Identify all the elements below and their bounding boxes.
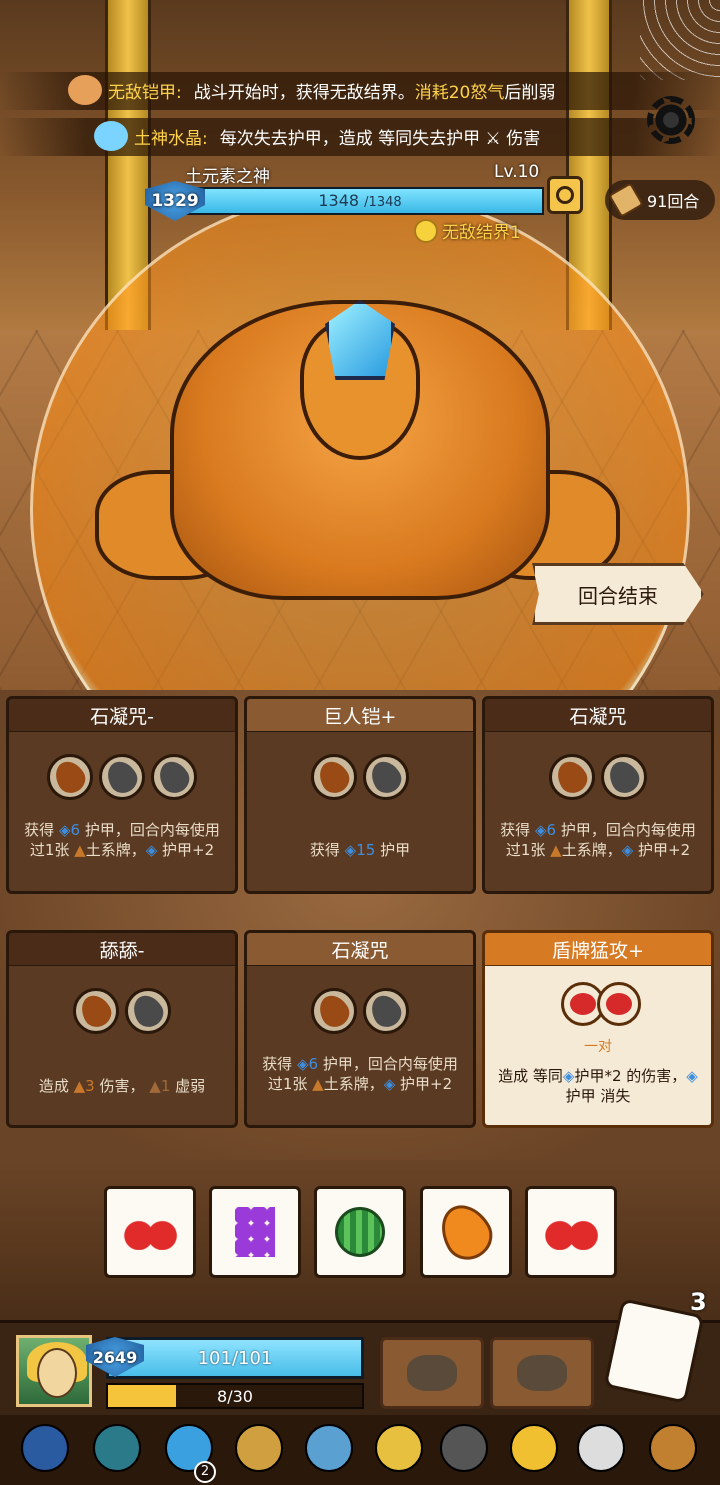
claw-icon (517, 1355, 567, 1391)
die-mango[interactable] (420, 1186, 512, 1278)
scroll-icon (608, 182, 644, 218)
card-description: 获得 ◈15 护甲 (309, 841, 411, 859)
dice-slot[interactable] (73, 988, 119, 1034)
card-shi-ning-zhou-2[interactable]: 石凝咒 获得 ◈6 护甲，回合内每使用过1张 ▲土系牌，◈ 护甲+2 (244, 930, 476, 1128)
dice-slot[interactable] (99, 754, 145, 800)
search-icon (556, 186, 574, 204)
dice-slot[interactable] (363, 754, 409, 800)
enemy-hp-text: 1348 /1348 (318, 191, 402, 210)
dice-slot[interactable] (125, 988, 171, 1034)
skill-claw-button[interactable] (490, 1337, 594, 1409)
cherry-icon (122, 1214, 178, 1250)
buff-row-1[interactable]: 无敌铠甲: 战斗开始时，获得无敌结界。消耗20怒气后削弱 (0, 68, 720, 112)
player-energy-bar: 8/30 (106, 1383, 364, 1409)
card-title: 舔舔- (6, 930, 238, 968)
enemy-hp-bar: 1348 /1348 (176, 187, 544, 215)
pair-label: 一对 (584, 1039, 612, 1055)
claw-relic-icon[interactable] (572, 1419, 630, 1477)
dice-slot[interactable] (151, 754, 197, 800)
dice-slots (485, 754, 711, 800)
card-tian-tian-minus[interactable]: 舔舔- 造成 ▲3 伤害， ▲1 虚弱 (6, 930, 238, 1128)
watermelon-icon (335, 1207, 385, 1257)
spiked-fist-icon (407, 1355, 457, 1391)
enemy-name: 土元素之神 (185, 167, 270, 187)
turn-counter: 91回合 (605, 180, 715, 220)
card-description: 造成 等同◈护甲*2 的伤害，◈护甲 消失 (498, 1067, 698, 1105)
pumpkin-shield-relic-icon[interactable] (300, 1419, 358, 1477)
dice-slot[interactable] (311, 988, 357, 1034)
card-ju-ren-kai-plus[interactable]: 巨人铠+ 获得 ◈15 护甲 (244, 696, 476, 894)
die-grape[interactable] (209, 1186, 301, 1278)
crown-relic-icon[interactable] (505, 1419, 563, 1477)
crystal-icon (94, 121, 128, 151)
die-cherry[interactable] (104, 1186, 196, 1278)
enemy-level: Lv.10 (494, 162, 540, 182)
buff-name: 无敌铠甲: (108, 82, 182, 103)
end-turn-button[interactable]: 回合结束 (532, 563, 704, 625)
dice-slot[interactable] (601, 754, 647, 800)
card-title: 石凝咒- (6, 696, 238, 734)
dice-slot[interactable] (311, 754, 357, 800)
relic-badge: 2 (194, 1461, 216, 1483)
dice-remaining: 3 (690, 1288, 707, 1316)
card-description: 获得 ◈6 护甲，回合内每使用过1张 ▲土系牌，◈ 护甲+2 (500, 821, 696, 859)
dice-slots (247, 988, 473, 1034)
cherry-icon (597, 982, 641, 1026)
squid-relic-icon[interactable] (16, 1419, 74, 1477)
card-title: 巨人铠+ (244, 696, 476, 734)
card-description: 获得 ◈6 护甲，回合内每使用过1张 ▲土系牌，◈ 护甲+2 (262, 1055, 458, 1093)
avatar[interactable] (16, 1335, 92, 1407)
barrier-status-icon (414, 218, 438, 243)
dice-slot[interactable] (363, 988, 409, 1034)
die-watermelon[interactable] (314, 1186, 406, 1278)
gear-icon[interactable] (647, 96, 695, 144)
mango-icon (431, 1195, 501, 1269)
fist-icon (68, 75, 102, 105)
dice-slot[interactable] (47, 754, 93, 800)
compass-relic-icon[interactable] (230, 1419, 288, 1477)
player-hp-text: 101/101 (197, 1348, 273, 1369)
player-hp-bar: 101/101 (106, 1337, 364, 1379)
sword-icon: ⚔ (485, 128, 501, 149)
card-description: 造成 ▲3 伤害， ▲1 虚弱 (38, 1077, 206, 1095)
golden-helmet-relic-icon[interactable] (370, 1419, 428, 1477)
beetle-relic-icon[interactable] (88, 1419, 146, 1477)
card-title: 石凝咒 (482, 696, 714, 734)
buff-row-2[interactable]: 土神水晶: 每次失去护甲，造成 等同失去护甲 ⚔ 伤害 (0, 114, 720, 158)
dice-slots (9, 754, 235, 800)
buff-name: 土神水晶: (134, 128, 208, 149)
pair-dice-slot[interactable] (561, 982, 641, 1030)
energy-text: 8/30 (217, 1387, 253, 1406)
iron-ring-relic-icon[interactable] (435, 1419, 493, 1477)
card-dun-pai-meng-gong-plus[interactable]: 盾牌猛攻+ 一对 造成 等同◈护甲*2 的伤害，◈护甲 消失 (482, 930, 714, 1128)
buff-text: 战斗开始时，获得无敌结界。消耗20怒气后削弱 (193, 82, 556, 103)
inspect-button[interactable] (547, 176, 583, 214)
status-badge[interactable]: 无敌结界1 (414, 218, 521, 243)
card-shi-ning-zhou-minus[interactable]: 石凝咒- 获得 ◈6 护甲，回合内每使用过1张 ▲土系牌，◈ 护甲+2 (6, 696, 238, 894)
dice-slots (9, 988, 235, 1034)
buff-text: 每次失去护甲，造成 等同失去护甲 ⚔ 伤害 (219, 128, 541, 149)
cherry-icon (543, 1214, 599, 1250)
die-cherry-2[interactable] (525, 1186, 617, 1278)
card-title: 石凝咒 (244, 930, 476, 968)
card-description: 获得 ◈6 护甲，回合内每使用过1张 ▲土系牌，◈ 护甲+2 (24, 821, 220, 859)
gauntlet-relic-icon[interactable] (644, 1419, 702, 1477)
grape-icon (235, 1207, 275, 1257)
skill-fist-button[interactable] (380, 1337, 484, 1409)
relic-bar (0, 1415, 720, 1485)
card-title: 盾牌猛攻+ (482, 930, 714, 968)
dice-slot[interactable] (549, 754, 595, 800)
dice-slots (247, 754, 473, 800)
card-shi-ning-zhou[interactable]: 石凝咒 获得 ◈6 护甲，回合内每使用过1张 ▲土系牌，◈ 护甲+2 (482, 696, 714, 894)
